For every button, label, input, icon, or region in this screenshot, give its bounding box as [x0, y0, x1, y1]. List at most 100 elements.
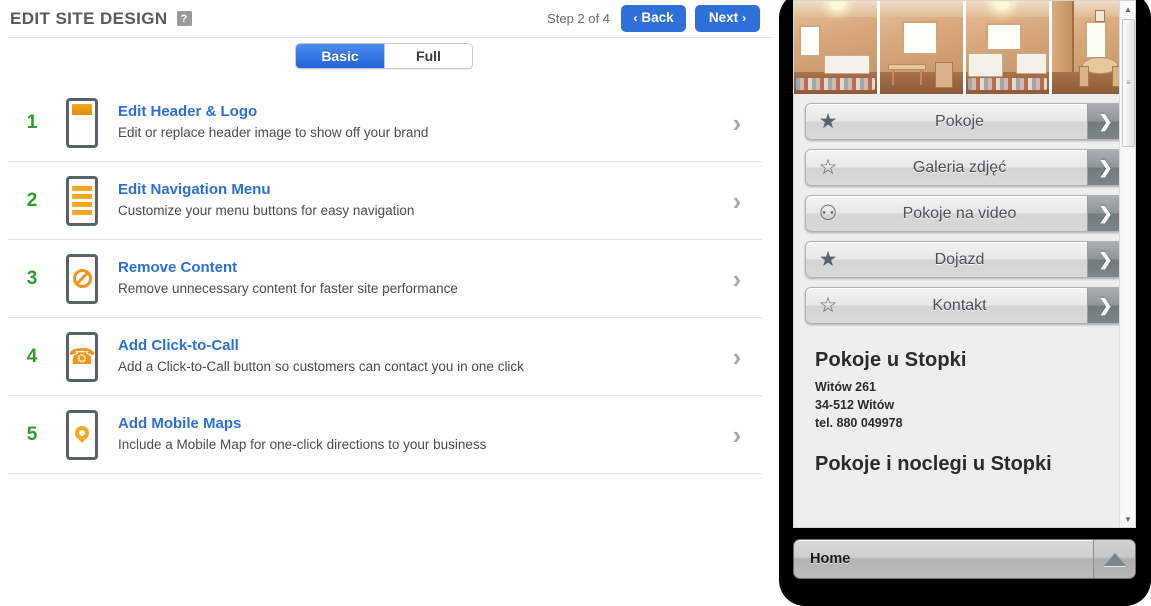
task-title[interactable]: Remove Content: [118, 259, 712, 278]
preview-menu-button[interactable]: ☆ Galeria zdjęć ❯: [805, 149, 1124, 186]
task-title[interactable]: Add Mobile Maps: [118, 415, 712, 434]
header-band-shape: [72, 103, 92, 115]
home-button-label[interactable]: Home: [794, 540, 1093, 578]
chevron-right-icon[interactable]: ›: [712, 266, 762, 292]
star-outline-icon: ☆: [818, 156, 838, 179]
tab-basic[interactable]: Basic: [296, 44, 384, 68]
task-number: 5: [26, 423, 38, 445]
task-description: Customize your menu buttons for easy nav…: [118, 203, 415, 219]
chevron-right-icon[interactable]: ❯: [1087, 150, 1123, 185]
task-row[interactable]: 5 Add Mobile Maps Include a Mobile Map f…: [8, 396, 762, 474]
thumbnail-image[interactable]: [880, 1, 963, 94]
preview-menu-label: Dojazd: [934, 250, 985, 268]
menu-lines-shape: [72, 186, 92, 215]
thumbnail-image[interactable]: [794, 1, 877, 94]
phone-preview-frame: ★ Pokoje ❯ ☆ Galeria zdjęć ❯ ⚇ Pokoje na…: [779, 0, 1151, 606]
preview-menu-label: Pokoje na video: [902, 204, 1017, 222]
task-row[interactable]: 1 Edit Header & Logo Edit or replace hea…: [8, 84, 762, 162]
chevron-right-icon[interactable]: ›: [712, 188, 762, 214]
chevron-right-icon[interactable]: ›: [712, 344, 762, 370]
preview-menu-button[interactable]: ★ Pokoje ❯: [805, 103, 1124, 140]
task-text: Edit Navigation Menu Customize your menu…: [108, 181, 712, 219]
no-entry-shape: [72, 269, 92, 288]
back-button-label: Back: [641, 10, 674, 26]
help-icon[interactable]: ?: [176, 11, 192, 26]
page-title: EDIT SITE DESIGN: [10, 8, 168, 28]
header-divider: [8, 37, 772, 38]
address-line-1: Witów 261: [815, 380, 877, 394]
content-heading: Pokoje i noclegi u Stopki: [815, 453, 1052, 476]
task-icon: [56, 253, 108, 304]
edit-site-design-screen: EDIT SITE DESIGN ? Step 2 of 4 ‹ Back Ne…: [0, 0, 1151, 606]
photo-thumbnail-strip: [794, 1, 1135, 94]
task-text: Add Click-to-Call Add a Click-to-Call bu…: [108, 337, 712, 375]
tab-full[interactable]: Full: [384, 44, 472, 68]
chevron-right-icon[interactable]: ›: [712, 110, 762, 136]
preview-menu-label: Pokoje: [935, 112, 984, 130]
preview-menu-button[interactable]: ⚇ Pokoje na video ❯: [805, 195, 1124, 232]
phone-number: tel. 880 049978: [815, 416, 903, 431]
preview-content: Pokoje u Stopki Witów 261 34-512 Witów t…: [794, 337, 1135, 489]
chevron-right-icon: ›: [742, 11, 747, 25]
task-title[interactable]: Edit Header & Logo: [118, 103, 712, 122]
phone-handset-icon: ☎: [66, 331, 98, 382]
business-name: Pokoje u Stopki: [815, 349, 967, 371]
back-button[interactable]: ‹ Back: [621, 5, 686, 32]
phone-no-entry-icon: [66, 253, 98, 304]
task-description: Edit or replace header image to show off…: [118, 125, 429, 141]
preview-menu-label: Kontakt: [932, 296, 987, 314]
chevron-right-icon[interactable]: ❯: [1087, 196, 1123, 231]
handset-shape: ☎: [68, 343, 96, 369]
task-text: Edit Header & Logo Edit or replace heade…: [108, 103, 712, 141]
next-button-label: Next: [708, 10, 739, 26]
chevron-right-icon[interactable]: ›: [712, 422, 762, 448]
task-title[interactable]: Add Click-to-Call: [118, 337, 712, 356]
triangle-up-icon: [1103, 552, 1126, 566]
task-icon: [56, 97, 108, 148]
star-outline-icon: ☆: [818, 294, 838, 317]
task-text: Add Mobile Maps Include a Mobile Map for…: [108, 415, 712, 453]
chevron-right-icon[interactable]: ❯: [1087, 104, 1123, 139]
grip-icon: ≡: [1126, 78, 1131, 88]
task-number: 2: [26, 189, 38, 211]
preview-menu-button[interactable]: ★ Dojazd ❯: [805, 241, 1124, 278]
task-description: Include a Mobile Map for one-click direc…: [118, 437, 487, 453]
next-button[interactable]: Next ›: [695, 5, 760, 32]
task-number: 1: [26, 111, 38, 133]
preview-scrollbar[interactable]: ▲ ≡ ▼: [1119, 1, 1135, 527]
task-icon: ☎: [56, 331, 108, 382]
view-mode-toggle: Basic Full: [295, 43, 473, 69]
preview-menu-list: ★ Pokoje ❯ ☆ Galeria zdjęć ❯ ⚇ Pokoje na…: [794, 94, 1135, 337]
header-actions: Step 2 of 4 ‹ Back Next ›: [547, 5, 760, 32]
task-row[interactable]: 2 Edit Navigation Menu Customize your me…: [8, 162, 762, 240]
task-icon: [56, 409, 108, 460]
star-filled-icon: ★: [818, 110, 838, 133]
preview-menu-label: Galeria zdjęć: [912, 158, 1007, 176]
header-bar: EDIT SITE DESIGN ? Step 2 of 4 ‹ Back Ne…: [0, 0, 780, 37]
scrollbar-thumb[interactable]: ≡: [1122, 19, 1135, 147]
scroll-down-arrow-icon[interactable]: ▼: [1120, 511, 1135, 527]
wizard-panel: EDIT SITE DESIGN ? Step 2 of 4 ‹ Back Ne…: [0, 0, 780, 606]
preview-bottom-bar[interactable]: Home: [793, 539, 1136, 579]
phone-screen: ★ Pokoje ❯ ☆ Galeria zdjęć ❯ ⚇ Pokoje na…: [793, 0, 1136, 528]
thumbnail-image[interactable]: [966, 1, 1049, 94]
task-title[interactable]: Edit Navigation Menu: [118, 181, 712, 200]
task-row[interactable]: 3 Remove Content Remove unnecessary cont…: [8, 240, 762, 318]
task-text: Remove Content Remove unnecessary conten…: [108, 259, 712, 297]
film-reel-icon: ⚇: [818, 202, 838, 225]
phone-header-icon: [66, 97, 98, 148]
address-line-2: 34-512 Witów: [815, 398, 895, 413]
scroll-up-arrow-icon[interactable]: ▲: [1120, 1, 1135, 17]
map-pin-shape: [72, 422, 92, 443]
phone-menu-lines-icon: [66, 175, 98, 226]
task-number: 4: [26, 345, 38, 367]
phone-map-pin-icon: [66, 409, 98, 460]
step-indicator: Step 2 of 4: [547, 11, 610, 26]
star-filled-icon: ★: [818, 248, 838, 271]
chevron-right-icon[interactable]: ❯: [1087, 242, 1123, 277]
chevron-right-icon[interactable]: ❯: [1087, 288, 1123, 323]
scroll-to-top-button[interactable]: [1093, 540, 1135, 578]
task-description: Add a Click-to-Call button so customers …: [118, 359, 524, 375]
preview-menu-button[interactable]: ☆ Kontakt ❯: [805, 287, 1124, 324]
task-row[interactable]: 4 ☎ Add Click-to-Call Add a Click-to-Cal…: [8, 318, 762, 396]
